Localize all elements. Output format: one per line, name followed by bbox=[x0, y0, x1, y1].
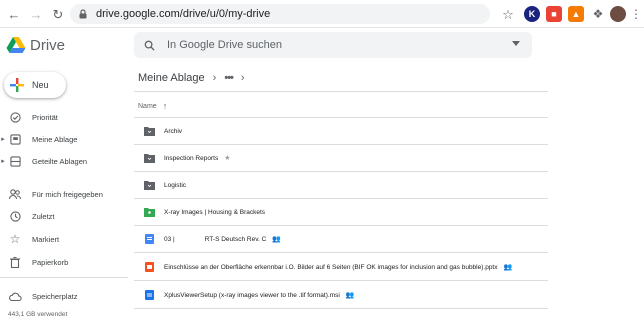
extensions-puzzle-icon[interactable]: ❖ bbox=[590, 6, 606, 22]
file-name: Einschlüsse an der Oberfläche erkennbar … bbox=[164, 263, 498, 271]
file-name: Inspection Reports bbox=[164, 154, 219, 162]
menu-kebab-icon[interactable]: ⋮ bbox=[628, 6, 644, 22]
search-placeholder: In Google Drive suchen bbox=[167, 39, 282, 51]
divider bbox=[134, 91, 548, 92]
sidebar-item-shared-drives[interactable]: ▸ Geteilte Ablagen bbox=[0, 152, 128, 170]
sidebar-item-label: Priorität bbox=[32, 112, 58, 122]
new-button[interactable]: Neu bbox=[4, 72, 66, 98]
column-header-name[interactable]: Name ↑ bbox=[138, 101, 167, 111]
doc-file-icon bbox=[145, 234, 154, 244]
forward-icon[interactable]: → bbox=[28, 6, 44, 22]
search-icon[interactable] bbox=[144, 40, 155, 51]
file-name: XplusViewerSetup (x-ray images viewer to… bbox=[164, 291, 340, 299]
file-row-inspection-reports[interactable]: Inspection Reports ★ bbox=[134, 145, 548, 171]
sidebar-item-label: Speicherplatz bbox=[32, 291, 78, 301]
file-name: Archiv bbox=[164, 127, 183, 135]
sidebar-item-label: Markiert bbox=[32, 234, 60, 244]
file-name: 03 | RT-S Deutsch Rev. C bbox=[164, 235, 267, 243]
extension-k-icon[interactable]: K bbox=[524, 6, 540, 22]
expand-arrow-icon[interactable]: ▸ bbox=[0, 157, 6, 165]
column-header-label: Name bbox=[138, 102, 157, 110]
shared-folder-icon bbox=[144, 208, 155, 217]
back-icon[interactable]: ← bbox=[6, 6, 22, 22]
reload-icon[interactable]: ↻ bbox=[50, 6, 66, 22]
file-name: X-ray Images | Housing & Brackets bbox=[164, 208, 266, 216]
priority-icon bbox=[8, 110, 22, 124]
divider bbox=[134, 308, 548, 309]
chevron-right-icon: › bbox=[240, 72, 245, 84]
extension-orange-icon[interactable]: ▲ bbox=[568, 6, 584, 22]
folder-icon bbox=[144, 181, 155, 190]
clock-icon bbox=[8, 209, 22, 223]
url-text: drive.google.com/drive/u/0/my-drive bbox=[96, 8, 271, 20]
expand-arrow-icon[interactable]: ▸ bbox=[0, 135, 6, 143]
sidebar-item-label: Zuletzt bbox=[32, 211, 55, 221]
storage-used-text: 443,1 GB verwendet bbox=[8, 311, 68, 318]
app-name: Drive bbox=[30, 37, 66, 54]
sidebar-item-starred[interactable]: ☆ Markiert bbox=[0, 230, 128, 248]
folder-icon bbox=[144, 127, 155, 136]
google-drive-logo[interactable] bbox=[6, 36, 26, 54]
sidebar-item-shared-with-me[interactable]: Für mich freigegeben bbox=[0, 185, 128, 203]
people-icon bbox=[8, 187, 22, 201]
new-button-label: Neu bbox=[32, 80, 49, 90]
breadcrumb: Meine Ablage › ••• › bbox=[138, 70, 253, 86]
bookmark-star-icon[interactable]: ☆ bbox=[500, 6, 516, 22]
file-row-logistic[interactable]: Logistic bbox=[134, 172, 548, 198]
sidebar-item-priority[interactable]: Priorität bbox=[0, 108, 128, 126]
sidebar-item-label: Meine Ablage bbox=[32, 134, 78, 144]
file-row-archiv[interactable]: Archiv bbox=[134, 118, 548, 144]
address-bar[interactable]: drive.google.com/drive/u/0/my-drive bbox=[70, 4, 490, 24]
search-options-icon[interactable] bbox=[512, 41, 520, 46]
sidebar-item-my-drive[interactable]: ▸ Meine Ablage bbox=[0, 130, 128, 148]
breadcrumb-my-drive[interactable]: Meine Ablage bbox=[138, 72, 205, 84]
sidebar-item-label: Geteilte Ablagen bbox=[32, 156, 88, 166]
file-row-xray-images[interactable]: X-ray Images | Housing & Brackets bbox=[134, 199, 548, 225]
lock-icon bbox=[79, 9, 87, 19]
search-bar[interactable]: In Google Drive suchen bbox=[134, 32, 532, 58]
file-name: Logistic bbox=[164, 181, 187, 189]
chevron-right-icon: › bbox=[212, 72, 217, 84]
sort-arrow-up-icon[interactable]: ↑ bbox=[163, 101, 168, 111]
shared-drives-icon bbox=[8, 154, 22, 168]
sidebar-item-label: Papierkorb bbox=[32, 257, 69, 267]
my-drive-icon bbox=[8, 132, 22, 146]
browser-toolbar: ← → ↻ drive.google.com/drive/u/0/my-driv… bbox=[0, 0, 644, 28]
divider bbox=[134, 252, 548, 253]
shared-people-icon: 👥 bbox=[503, 264, 513, 271]
sidebar-item-recent[interactable]: Zuletzt bbox=[0, 207, 128, 225]
shared-people-icon: 👥 bbox=[345, 292, 355, 299]
star-icon: ☆ bbox=[9, 232, 21, 246]
shared-people-icon: 👥 bbox=[272, 236, 281, 243]
profile-avatar[interactable] bbox=[610, 6, 626, 22]
starred-icon: ★ bbox=[224, 155, 231, 162]
sidebar-divider bbox=[0, 277, 128, 278]
file-row-einschluesse-pptx[interactable]: Einschlüsse an der Oberfläche erkennbar … bbox=[134, 254, 548, 280]
more-options-icon[interactable]: ••• bbox=[224, 72, 234, 84]
divider bbox=[134, 280, 548, 281]
msi-file-icon bbox=[145, 290, 154, 300]
file-row-xplusviewer-msi[interactable]: XplusViewerSetup (x-ray images viewer to… bbox=[134, 282, 548, 308]
cloud-icon bbox=[8, 289, 22, 303]
sidebar-item-trash[interactable]: Papierkorb bbox=[0, 253, 128, 271]
trash-icon bbox=[8, 255, 22, 269]
pptx-file-icon bbox=[145, 262, 154, 272]
extension-lock-icon[interactable]: ■ bbox=[546, 6, 562, 22]
file-row-rts-deutsch[interactable]: 03 | RT-S Deutsch Rev. C 👥 bbox=[134, 226, 548, 252]
folder-icon bbox=[144, 154, 155, 163]
sidebar-item-storage[interactable]: Speicherplatz bbox=[0, 287, 128, 305]
sidebar-item-label: Für mich freigegeben bbox=[32, 189, 103, 199]
plus-icon bbox=[10, 78, 24, 92]
